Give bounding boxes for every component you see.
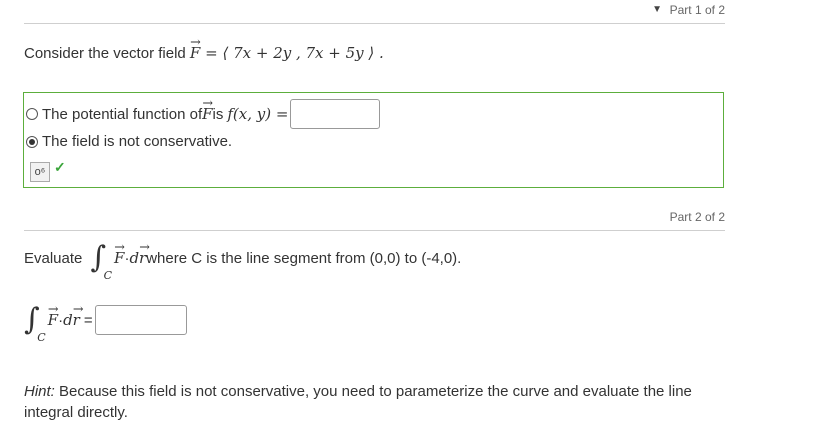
- hint-body: Because this field is not conservative, …: [24, 383, 692, 421]
- integrand-field-2: F: [48, 302, 59, 329]
- radio-not-conservative[interactable]: [26, 135, 38, 148]
- option2-text: The field is not conservative.: [42, 133, 233, 150]
- contour-label: C: [103, 269, 113, 282]
- option1-text-after: is: [212, 105, 224, 123]
- integral-symbol-2: ∫ C: [24, 302, 46, 344]
- field-symbol: F: [190, 35, 201, 62]
- integral-symbol: ∫ C: [90, 240, 113, 282]
- part1-label: Part 1 of 2: [669, 3, 725, 17]
- collapse-caret-icon[interactable]: ▼: [652, 4, 662, 15]
- line-integral-input[interactable]: [94, 305, 187, 335]
- equals-sign: =: [83, 311, 93, 329]
- contour-label-2: C: [37, 331, 46, 344]
- option-not-conservative[interactable]: The field is not conservative.: [26, 133, 232, 150]
- integrand-field: F: [114, 240, 125, 267]
- line-integral-answer: ∫C F · dr =: [24, 302, 187, 344]
- evaluate-label: Evaluate: [24, 249, 83, 267]
- answer-options-box: The potential function of F is f(x, y) =…: [23, 92, 724, 188]
- option1-field-symbol: F: [202, 96, 213, 123]
- hint-label: Hint:: [24, 383, 55, 400]
- integrand-d: d: [129, 249, 140, 267]
- integrand-r-2: r: [73, 302, 84, 329]
- evaluate-statement: Evaluate ∫C F · dr where C is the line s…: [24, 240, 462, 282]
- option1-text-before: The potential function of: [42, 105, 203, 123]
- segment-description: where C is the line segment from (0,0) t…: [146, 249, 462, 267]
- option1-func: f(x, y) =: [227, 105, 289, 123]
- potential-function-input[interactable]: [290, 99, 381, 129]
- part2-label: Part 2 of 2: [669, 210, 725, 224]
- checkmark-icon: ✓: [54, 159, 66, 175]
- integrand-d-2: d: [63, 311, 73, 329]
- option-potential-function[interactable]: The potential function of F is f(x, y) =: [26, 96, 381, 129]
- key-icon[interactable]: o⁶: [30, 162, 50, 182]
- field-expression: = ⟨ 7x + 2y , 7x + 5y ⟩ .: [205, 44, 384, 62]
- radio-potential[interactable]: [26, 108, 38, 120]
- part2-header: Part 2 of 2: [24, 207, 725, 231]
- question-prompt: Consider the vector field F = ⟨ 7x + 2y …: [24, 35, 384, 62]
- integrand-r: r: [139, 240, 150, 267]
- part1-header: ▼ Part 1 of 2: [24, 0, 725, 24]
- hint-text: Hint: Because this field is not conserva…: [24, 381, 729, 423]
- prompt-intro: Consider the vector field: [24, 45, 190, 62]
